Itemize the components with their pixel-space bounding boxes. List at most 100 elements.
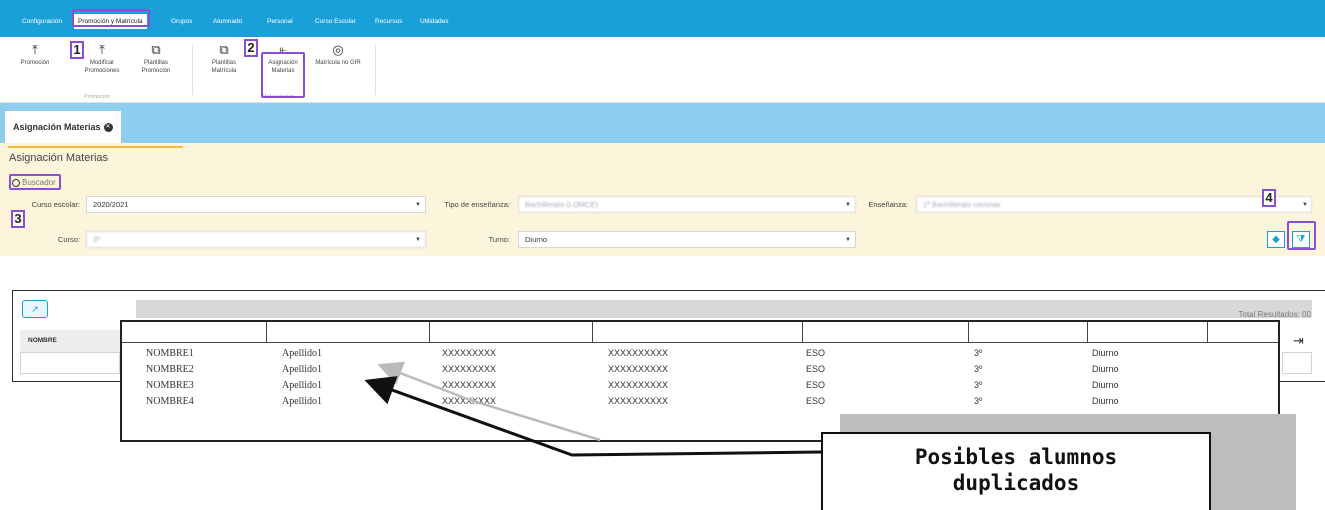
column-divider — [802, 322, 803, 343]
cell-id: XXXXXXXXX — [442, 396, 497, 406]
matricula-no-gir-button[interactable]: ◎ Matrícula no GIR — [314, 43, 362, 68]
annotation-number-2: 2 — [244, 39, 258, 57]
cell-ensenanza: ESO — [806, 380, 826, 390]
cell-nombre: NOMBRE3 — [146, 380, 194, 391]
column-divider — [592, 322, 593, 343]
table-row: NOMBRE1 Apellido1 XXXXXXXXX XXXXXXXXXX E… — [122, 346, 1278, 362]
chevron-down-icon[interactable]: ▼ — [845, 237, 851, 243]
export-grid-button[interactable]: ↗ — [22, 300, 48, 318]
promocion-button[interactable]: ⤒ Promoción — [18, 43, 52, 68]
app-root: { "menu": { "items": ["Configuración", "… — [0, 0, 1325, 510]
annotation-number-1: 1 — [70, 41, 84, 59]
total-results: Total Resultados: 00 — [1238, 310, 1312, 319]
filter-panel: Asignación Materias Buscador Curso escol… — [0, 143, 1325, 256]
plantillas-promocion-label: Plantillas Promoción — [141, 60, 171, 74]
highlight-menu-promocion — [72, 9, 150, 27]
cell-code: XXXXXXXXXX — [608, 396, 669, 406]
chevron-down-icon[interactable]: ▼ — [845, 202, 851, 208]
callout-line-1: Posibles alumnos — [914, 445, 1118, 469]
logout-icon[interactable]: ⇥ — [1293, 333, 1304, 349]
curso-label: Curso: — [57, 235, 80, 244]
turno-label: Turno: — [488, 235, 510, 244]
chevron-down-icon[interactable]: ▼ — [415, 237, 421, 243]
highlight-buscador — [9, 174, 61, 190]
cell-ensenanza: ESO — [806, 348, 826, 358]
top-menu-bar: Configuración Promoción y Matrícula Grup… — [0, 0, 1325, 37]
ensenanza-label: Enseñanza: — [868, 200, 908, 209]
tipo-ensenanza-select[interactable]: Bachillerato (LOMCE) — [518, 196, 856, 213]
cell-curso: 3º — [974, 364, 983, 374]
grid-row — [20, 352, 120, 374]
turno-select[interactable]: Diurno — [518, 231, 856, 248]
tab-asignacion-materias[interactable]: Asignación Materias ✕ — [5, 111, 121, 143]
plantillas-promocion-button[interactable]: ⧉ Plantillas Promoción — [136, 43, 176, 75]
curso-escolar-label: Curso escolar: — [31, 200, 80, 209]
tipo-ensenanza-label: Tipo de enseñanza: — [444, 200, 510, 209]
title-underline — [8, 146, 183, 148]
menu-recursos[interactable]: Recursos — [375, 18, 402, 25]
cell-turno: Diurno — [1092, 348, 1119, 358]
cell-curso: 3º — [974, 396, 983, 406]
column-divider — [266, 322, 267, 343]
tab-bar: Asignación Materias ✕ — [0, 103, 1325, 143]
grid-row-end — [1282, 352, 1312, 374]
ribbon-separator — [192, 45, 193, 95]
page-title: Asignación Materias — [9, 152, 109, 164]
cell-id: XXXXXXXXX — [442, 380, 497, 390]
ribbon-separator — [375, 45, 376, 95]
menu-alumnado[interactable]: Alumnado — [213, 18, 242, 25]
grid-header-bar — [136, 300, 1312, 318]
modificar-promociones-label: Modificar Promociones — [84, 60, 120, 74]
highlight-filter-button — [1287, 221, 1316, 250]
cell-apellido: Apellido1 — [282, 396, 322, 407]
annotation-number-3: 3 — [11, 210, 25, 228]
tab-label: Asignación Materias — [13, 122, 101, 132]
column-divider — [429, 322, 430, 343]
copy-icon: ⧉ — [151, 42, 161, 57]
cell-ensenanza: ESO — [806, 396, 826, 406]
clear-filters-button[interactable]: ◆ — [1267, 231, 1285, 248]
cell-id: XXXXXXXXX — [442, 364, 497, 374]
highlight-asignacion-materias — [261, 52, 305, 98]
cell-nombre: NOMBRE2 — [146, 364, 194, 375]
fingerprint-icon: ◎ — [332, 42, 344, 57]
menu-utilidades[interactable]: Utilidades — [420, 18, 449, 25]
cell-curso: 3º — [974, 380, 983, 390]
chevron-down-icon[interactable]: ▼ — [1302, 202, 1308, 208]
close-tab-icon[interactable]: ✕ — [103, 123, 113, 133]
curso-select[interactable]: 3º — [86, 231, 426, 248]
column-divider — [1207, 322, 1208, 343]
modificar-promociones-button[interactable]: ⤒ Modificar Promociones — [80, 43, 124, 75]
duplicates-callout: Posibles alumnos duplicados — [821, 432, 1211, 510]
cell-nombre: NOMBRE4 — [146, 396, 194, 407]
cell-code: XXXXXXXXXX — [608, 380, 669, 390]
menu-personal[interactable]: Personal — [267, 18, 293, 25]
chevron-down-icon[interactable]: ▼ — [415, 202, 421, 208]
copy-icon: ⧉ — [219, 42, 229, 57]
column-header-nombre[interactable]: NOMBRE — [20, 330, 120, 352]
cell-code: XXXXXXXXXX — [608, 364, 669, 374]
menu-curso-escolar[interactable]: Curso Escolar — [315, 18, 356, 25]
plantillas-matricula-button[interactable]: ⧉ Plantillas Matrícula — [207, 43, 241, 75]
open-external-icon: ↗ — [31, 304, 39, 314]
upload-icon: ⤒ — [32, 42, 38, 57]
promocion-label: Promoción — [20, 60, 50, 66]
curso-escolar-select[interactable]: 2020/2021 — [86, 196, 426, 213]
ribbon-toolbar: ⤒ Promoción ⤒ Modificar Promociones ⧉ Pl… — [0, 37, 1325, 103]
ensenanza-select[interactable]: 1º Bachillerato ciencias — [916, 196, 1312, 213]
ribbon-group-promocion: Promoción — [84, 94, 111, 100]
menu-configuracion[interactable]: Configuración — [22, 18, 62, 25]
column-divider — [1087, 322, 1088, 343]
eraser-icon: ◆ — [1272, 234, 1280, 245]
cell-apellido: Apellido1 — [282, 348, 322, 359]
cell-apellido: Apellido1 — [282, 380, 322, 391]
table-row: NOMBRE2 Apellido1 XXXXXXXXX XXXXXXXXXX E… — [122, 362, 1278, 378]
menu-grupos[interactable]: Grupos — [171, 18, 192, 25]
cell-apellido: Apellido1 — [282, 364, 322, 375]
cell-turno: Diurno — [1092, 380, 1119, 390]
cell-turno: Diurno — [1092, 396, 1119, 406]
annotation-number-4: 4 — [1262, 189, 1276, 207]
upload-icon: ⤒ — [99, 42, 105, 57]
cell-curso: 3º — [974, 348, 983, 358]
cell-nombre: NOMBRE1 — [146, 348, 194, 359]
